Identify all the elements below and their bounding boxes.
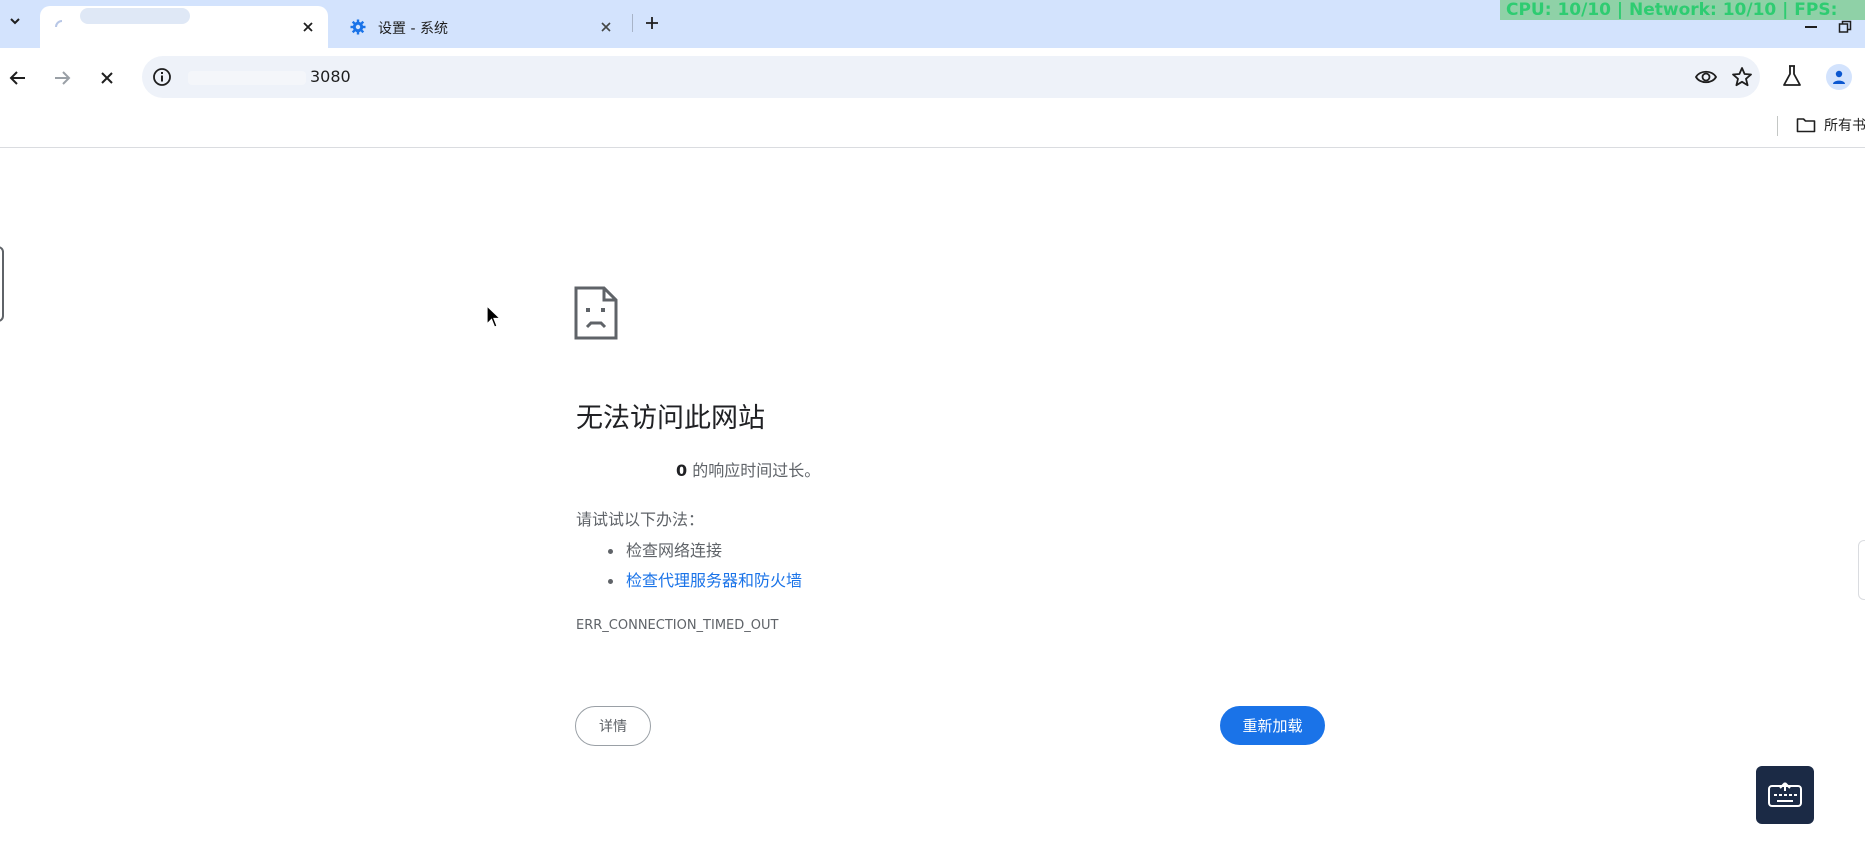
restore-button[interactable] [1834, 18, 1856, 36]
url-text[interactable]: 3080 [188, 67, 351, 86]
forward-button[interactable] [48, 64, 76, 92]
loading-spinner-icon [55, 20, 63, 28]
tab-strip: 设置 - 系统 CPU: 10/10 | Network: 10/10 | FP… [0, 0, 1865, 48]
tab-close-button[interactable] [596, 17, 616, 37]
bookmarks-bar: 所有书签 [0, 106, 1865, 148]
error-page: 无法访问此网站 0 的响应时间过长。 请试试以下办法： 检查网络连接 检查代理服… [0, 148, 1865, 858]
new-tab-button[interactable] [640, 11, 664, 35]
hostname-redacted [576, 464, 676, 479]
arrow-left-icon [9, 71, 25, 85]
suggestions-label: 请试试以下办法： [576, 510, 705, 529]
error-description-text: 的响应时间过长。 [687, 461, 821, 480]
suggestion-check-network: 检查网络连接 [604, 536, 802, 566]
error-title: 无法访问此网站 [576, 403, 765, 434]
person-icon [1833, 70, 1845, 84]
keyboard-icon [1768, 782, 1802, 807]
reload-button[interactable]: 重新加载 [1220, 706, 1325, 745]
virtual-keyboard-button[interactable] [1756, 766, 1814, 824]
bookmark-star-icon[interactable] [1730, 65, 1754, 89]
labs-flask-icon[interactable] [1780, 62, 1804, 90]
tab-title: 设置 - 系统 [378, 21, 448, 37]
hostname-suffix: 0 [676, 461, 688, 480]
minimize-icon [1805, 26, 1817, 28]
bookmarks-separator [1777, 116, 1778, 136]
url-visible-part: 3080 [310, 67, 351, 86]
side-panel-handle[interactable] [0, 246, 4, 322]
site-info-icon[interactable] [152, 67, 172, 87]
back-button[interactable] [4, 64, 32, 92]
all-bookmarks-label: 所有书签 [1824, 118, 1865, 134]
tab-close-button[interactable] [298, 17, 318, 37]
sad-page-icon [574, 286, 618, 340]
suggestion-check-proxy-link[interactable]: 检查代理服务器和防火墙 [604, 566, 802, 596]
profile-button[interactable] [1826, 64, 1852, 90]
eye-icon[interactable] [1694, 66, 1718, 88]
suggestions-list: 检查网络连接 检查代理服务器和防火墙 [604, 536, 802, 596]
minimize-button[interactable] [1800, 20, 1822, 34]
restore-icon [1838, 20, 1852, 33]
chevron-down-icon [10, 18, 20, 25]
toolbar: 3080 [0, 48, 1865, 106]
browser-window: 设置 - 系统 CPU: 10/10 | Network: 10/10 | FP… [0, 0, 1865, 858]
details-button[interactable]: 详情 [575, 706, 651, 746]
tab-search-button[interactable] [4, 10, 26, 32]
scroll-handle[interactable] [1858, 540, 1865, 600]
close-icon [601, 22, 611, 32]
tab-settings-system[interactable]: 设置 - 系统 [336, 6, 626, 48]
error-code: ERR_CONNECTION_TIMED_OUT [576, 618, 779, 633]
arrow-right-icon [55, 71, 71, 85]
stop-loading-button[interactable] [93, 64, 121, 92]
all-bookmarks-button[interactable]: 所有书签 [1796, 115, 1865, 135]
folder-icon [1796, 118, 1816, 133]
mouse-cursor-icon [486, 305, 502, 328]
url-redacted [188, 70, 306, 85]
address-bar[interactable]: 3080 [142, 56, 1760, 98]
tab-title-redacted [80, 8, 190, 24]
close-icon [303, 22, 313, 32]
error-description: 0 的响应时间过长。 [576, 457, 820, 481]
tab-active-loading[interactable] [40, 6, 328, 48]
performance-overlay: CPU: 10/10 | Network: 10/10 | FPS: [1500, 0, 1865, 20]
gear-icon [350, 19, 366, 35]
tab-separator [632, 14, 633, 32]
close-icon [101, 72, 113, 84]
plus-icon [646, 17, 658, 29]
